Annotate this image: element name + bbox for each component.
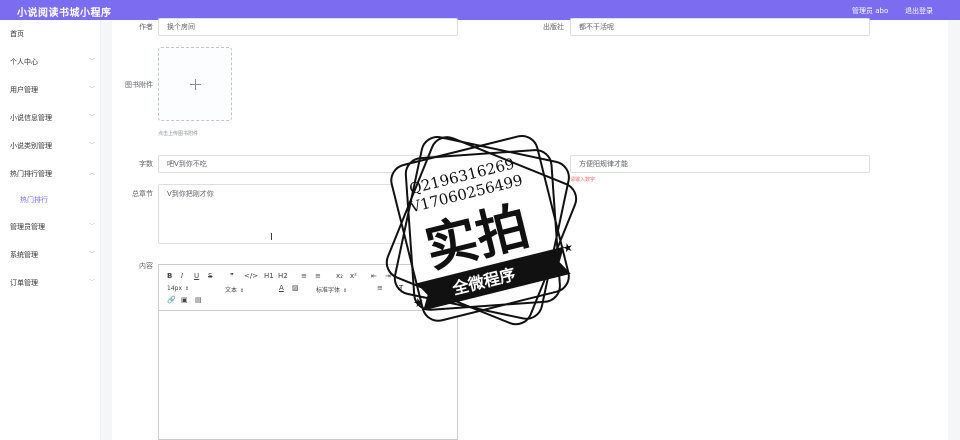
- sidebar-item-novel-category[interactable]: 小说类别管理 ﹀: [0, 136, 101, 156]
- text-cursor-icon: I: [270, 232, 273, 243]
- word-count-label: 字数: [139, 160, 153, 168]
- sidebar-item-label: 个人中心: [10, 58, 38, 66]
- sidebar-item-personal-center[interactable]: 个人中心 ﹀: [0, 52, 101, 72]
- chevron-down-icon: ﹀: [88, 223, 95, 230]
- logout-link[interactable]: 退出登录: [905, 6, 933, 16]
- sidebar-item-novel-info[interactable]: 小说信息管理 ﹀: [0, 108, 101, 128]
- upload-tip: 点击上传图书附件: [158, 131, 199, 137]
- top-bar: 小说阅读书城小程序 管理员 abo 退出登录: [0, 0, 960, 20]
- subscript-button[interactable]: x₂: [336, 272, 343, 280]
- font-family-select[interactable]: 标准字体 ⇕: [316, 285, 347, 294]
- admin-name: 管理员 abo: [852, 7, 889, 15]
- code-button[interactable]: </>: [244, 272, 258, 280]
- chapters-label: 总章节: [132, 190, 153, 198]
- sidebar-item-label: 热门排行管理: [10, 170, 52, 178]
- image-icon[interactable]: ▣: [181, 296, 188, 304]
- blockquote-button[interactable]: ❞: [230, 272, 234, 280]
- author-input[interactable]: 换个房间: [158, 18, 458, 36]
- superscript-button[interactable]: x²: [350, 272, 357, 280]
- chevron-down-icon: ﹀: [88, 86, 95, 93]
- link-icon[interactable]: 🔗: [167, 296, 176, 304]
- h1-button[interactable]: H1: [264, 272, 274, 280]
- text-type-select[interactable]: 文本 ⇕: [225, 285, 244, 294]
- caret-icon: ⇕: [343, 288, 348, 294]
- sidebar-item-orders[interactable]: 订单管理 ﹀: [0, 273, 101, 293]
- font-color-icon[interactable]: A: [279, 284, 284, 292]
- chevron-down-icon: ﹀: [88, 58, 95, 65]
- upload-box[interactable]: [158, 47, 232, 121]
- sidebar-item-label: 管理员管理: [10, 223, 45, 231]
- right-field-input[interactable]: 方便阳规律才能: [570, 155, 870, 173]
- sidebar-item-hot-ranking[interactable]: 热门排行: [0, 190, 101, 210]
- sidebar-item-hot-ranking-mgmt[interactable]: 热门排行管理 ︿: [0, 164, 101, 184]
- publisher-input[interactable]: 都不干活呢: [570, 18, 870, 36]
- sidebar-item-system[interactable]: 系统管理 ﹀: [0, 245, 101, 265]
- sidebar-item-label: 系统管理: [10, 251, 38, 259]
- caret-icon: ⇕: [240, 288, 245, 294]
- sidebar-item-home[interactable]: 首页: [0, 24, 101, 44]
- strike-button[interactable]: S: [208, 272, 212, 280]
- sidebar-item-label: 首页: [10, 30, 24, 38]
- sidebar-item-label: 用户管理: [10, 86, 38, 94]
- chevron-down-icon: ﹀: [88, 114, 95, 121]
- sidebar-item-admins[interactable]: 管理员管理 ﹀: [0, 217, 101, 237]
- underline-button[interactable]: U: [194, 272, 199, 280]
- bullet-list-button[interactable]: ≡: [315, 272, 321, 280]
- app-title: 小说阅读书城小程序: [17, 8, 112, 19]
- star-icon: ★: [561, 240, 575, 256]
- sidebar-item-users[interactable]: 用户管理 ﹀: [0, 80, 101, 100]
- watermark-stamp: Q2196316269 V17060256499 实拍 全微程序 ★ ★: [385, 134, 578, 326]
- chevron-down-icon: ﹀: [88, 142, 95, 149]
- sidebar-item-label: 热门排行: [20, 196, 48, 204]
- sidebar-item-label: 订单管理: [10, 279, 38, 287]
- sidebar-item-label: 小说信息管理: [10, 114, 52, 122]
- sidebar: 首页 个人中心 ﹀ 用户管理 ﹀ 小说信息管理 ﹀ 小说类别管理 ﹀ 热门排行管理 ︿ 热…: [0, 20, 101, 440]
- font-size-select[interactable]: 14px ⇕: [167, 285, 189, 292]
- chevron-up-icon: ︿: [88, 170, 95, 177]
- background-color-icon[interactable]: ▨: [292, 284, 299, 292]
- ordered-list-button[interactable]: ≡: [301, 272, 307, 280]
- publisher-label: 出版社: [543, 23, 564, 31]
- content-label: 内容: [139, 262, 153, 270]
- author-label: 作者: [139, 23, 153, 31]
- bold-button[interactable]: B: [167, 272, 172, 280]
- h2-button[interactable]: H2: [278, 272, 288, 280]
- caret-icon: ⇕: [185, 286, 190, 292]
- italic-button[interactable]: I: [181, 272, 183, 280]
- sidebar-item-label: 小说类别管理: [10, 142, 52, 150]
- video-icon[interactable]: ▤: [195, 296, 202, 304]
- attachment-label: 图书附件: [125, 81, 153, 89]
- chevron-down-icon: ﹀: [88, 279, 95, 286]
- chevron-down-icon: ﹀: [88, 251, 95, 258]
